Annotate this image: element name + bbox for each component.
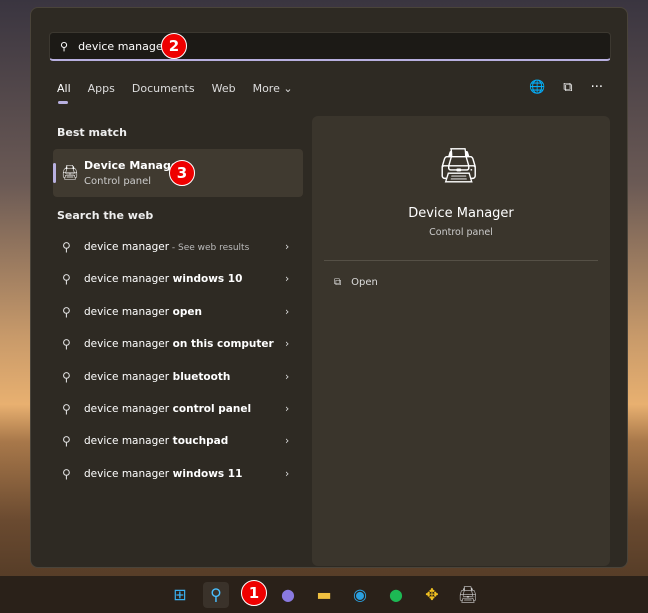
suggestion-label: device manager touchpad [84, 435, 229, 448]
web-suggestion[interactable]: ⚲ device manager touchpad › [53, 426, 303, 456]
divider [324, 260, 598, 261]
search-icon: ⚲ [62, 304, 71, 319]
preview-subtitle: Control panel [429, 227, 493, 238]
tab-web[interactable]: Web [212, 82, 236, 95]
search-icon: ⚲ [62, 434, 71, 449]
suggestion-label: device manager bluetooth [84, 370, 231, 383]
spotify-icon[interactable]: ● [383, 582, 409, 608]
teams-chat-icon[interactable]: ● [275, 582, 301, 608]
chevron-right-icon[interactable]: › [285, 468, 303, 480]
search-icon: ⚲ [62, 369, 71, 384]
suggestion-label: device manager - See web results [84, 241, 250, 253]
device-manager-large-icon: 🖨 [437, 146, 481, 186]
annotation-badge-2: 2 [161, 33, 187, 59]
chevron-right-icon[interactable]: › [285, 338, 303, 350]
chevron-right-icon[interactable]: › [285, 371, 303, 383]
suggestion-label: device manager on this computer [84, 338, 274, 351]
device-manager-icon: 🖨 [61, 165, 79, 181]
search-icon: ⚲ [60, 39, 69, 53]
search-value: device manager [78, 39, 168, 53]
result-subtitle: Control panel [84, 176, 152, 187]
search-icon[interactable]: ⚲ [203, 581, 229, 608]
web-suggestion[interactable]: ⚲ device manager control panel › [53, 394, 303, 424]
web-suggestion[interactable]: ⚲ device manager windows 10 › [53, 264, 303, 294]
best-match-heading: Best match [57, 126, 127, 139]
suggestion-label: device manager windows 10 [84, 273, 243, 286]
chevron-right-icon[interactable]: › [285, 435, 303, 447]
chevron-right-icon[interactable]: › [285, 273, 303, 285]
network-icon[interactable]: ✥ [419, 582, 445, 608]
more-icon[interactable]: ··· [591, 80, 603, 95]
search-icon: ⚲ [62, 337, 71, 352]
tab-all[interactable]: All [57, 82, 71, 104]
windows-start-icon[interactable]: ⊞ [167, 582, 193, 608]
preview-title: Device Manager [408, 206, 514, 221]
annotation-badge-1: 1 [241, 580, 267, 606]
search-icon: ⚲ [62, 466, 71, 481]
search-icon: ⚲ [62, 402, 71, 416]
search-icon: ⚲ [62, 272, 71, 287]
tab-more[interactable]: More ⌄ [253, 82, 293, 95]
web-suggestion[interactable]: ⚲ device manager - See web results › [53, 232, 303, 262]
start-search-panel: ⚲ device manager 2 All Apps Documents We… [30, 7, 628, 568]
web-suggestion[interactable]: ⚲ device manager open › [53, 297, 303, 327]
preview-pane: 🖨 Device Manager Control panel ⧉ Open [312, 116, 610, 566]
chevron-right-icon[interactable]: › [285, 306, 303, 318]
search-web-heading: Search the web [57, 209, 154, 222]
globe-icon[interactable]: 🌐 [529, 80, 545, 95]
suggestion-label: device manager open [84, 305, 203, 318]
search-input[interactable]: ⚲ device manager [49, 32, 611, 61]
selection-indicator [53, 163, 56, 183]
open-action[interactable]: ⧉ Open [334, 277, 378, 288]
share-icon[interactable]: ⧉ [563, 80, 572, 95]
open-icon: ⧉ [334, 277, 342, 288]
chevron-right-icon[interactable]: › [285, 403, 303, 415]
edge-icon[interactable]: ◉ [347, 582, 373, 608]
suggestion-label: device manager control panel [84, 403, 252, 415]
web-suggestion[interactable]: ⚲ device manager bluetooth › [53, 362, 303, 392]
chevron-right-icon[interactable]: › [285, 241, 303, 253]
search-icon: ⚲ [62, 240, 71, 254]
web-suggestion[interactable]: ⚲ device manager windows 11 › [53, 459, 303, 489]
file-explorer-icon[interactable]: ▬ [311, 582, 337, 608]
tab-apps[interactable]: Apps [88, 82, 115, 95]
annotation-badge-3: 3 [169, 160, 195, 186]
taskbar: ⊞ ⚲ ▭ ● ▬ ◉ ● ✥ 🖨 [0, 576, 648, 613]
tab-documents[interactable]: Documents [132, 82, 195, 95]
filter-tabs: All Apps Documents Web More ⌄ [57, 82, 293, 104]
device-manager-icon[interactable]: 🖨 [455, 582, 481, 608]
web-suggestion[interactable]: ⚲ device manager on this computer › [53, 329, 303, 359]
suggestion-label: device manager windows 11 [84, 467, 243, 480]
open-label: Open [351, 277, 378, 288]
